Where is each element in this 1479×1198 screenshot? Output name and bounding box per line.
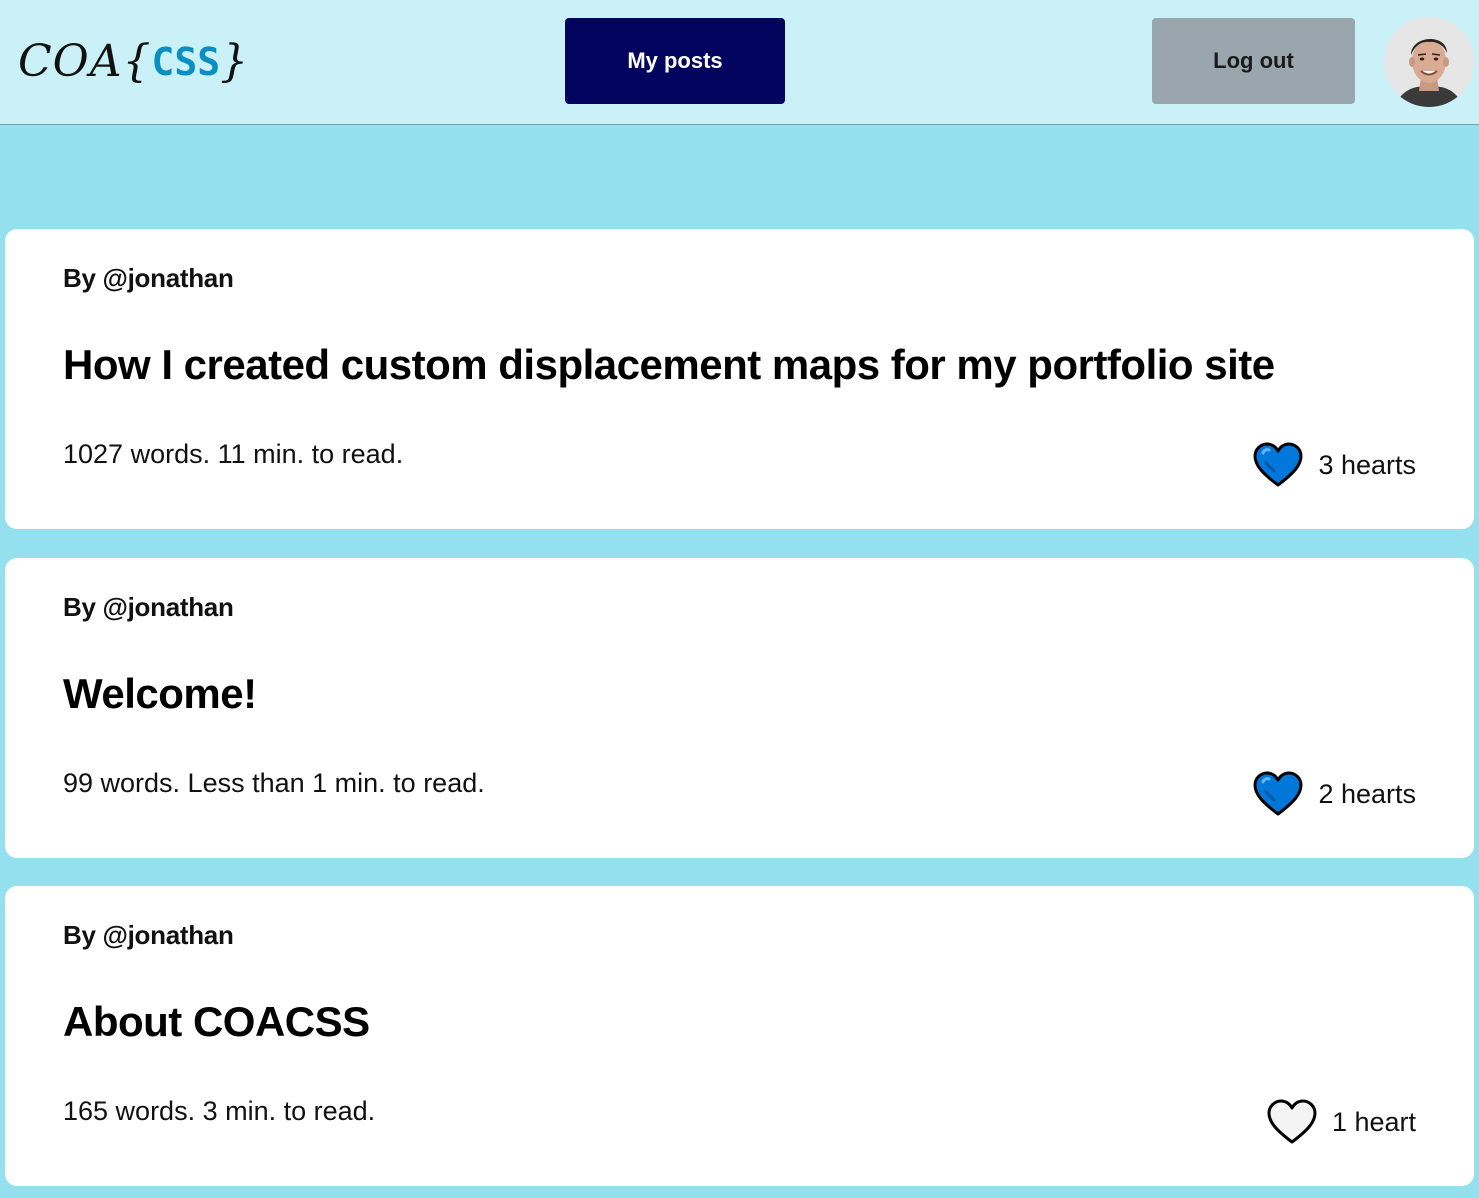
post-title[interactable]: How I created custom displacement maps f… <box>63 341 1275 389</box>
avatar[interactable] <box>1384 17 1474 107</box>
heart-outline-icon[interactable] <box>1266 1098 1318 1146</box>
logo-text-css: CSS <box>151 40 221 84</box>
post-card[interactable]: By @jonathan Welcome! 99 words. Less tha… <box>5 558 1474 858</box>
post-reading-info: 165 words. 3 min. to read. <box>63 1096 376 1126</box>
heart-count: 3 hearts <box>1318 449 1416 480</box>
post-likes: 1 heart <box>1266 1098 1416 1146</box>
logo-close-brace: } <box>220 36 250 87</box>
user-avatar-icon <box>1384 17 1474 107</box>
post-author[interactable]: By @jonathan <box>63 592 234 623</box>
logout-button[interactable]: Log out <box>1152 18 1355 104</box>
post-author[interactable]: By @jonathan <box>63 920 234 951</box>
post-title[interactable]: Welcome! <box>63 670 257 718</box>
top-nav: COA { CSS } My posts Log out <box>0 0 1479 125</box>
heart-count: 1 heart <box>1331 1106 1416 1137</box>
heart-filled-icon[interactable] <box>1252 770 1304 818</box>
post-title[interactable]: About COACSS <box>63 998 370 1046</box>
post-author[interactable]: By @jonathan <box>63 263 234 294</box>
post-card[interactable]: By @jonathan How I created custom displa… <box>5 229 1474 529</box>
site-logo[interactable]: COA { CSS } <box>18 36 249 88</box>
post-reading-info: 1027 words. 11 min. to read. <box>63 439 404 469</box>
logo-open-brace: { <box>122 36 152 87</box>
post-reading-info: 99 words. Less than 1 min. to read. <box>63 768 485 798</box>
post-likes: 3 hearts <box>1252 441 1416 489</box>
post-card[interactable]: By @jonathan About COACSS 165 words. 3 m… <box>5 886 1474 1186</box>
heart-filled-icon[interactable] <box>1252 441 1304 489</box>
my-posts-button[interactable]: My posts <box>565 18 785 104</box>
logo-text-coa: COA <box>18 36 123 87</box>
post-likes: 2 hearts <box>1252 770 1416 818</box>
heart-count: 2 hearts <box>1318 778 1416 809</box>
